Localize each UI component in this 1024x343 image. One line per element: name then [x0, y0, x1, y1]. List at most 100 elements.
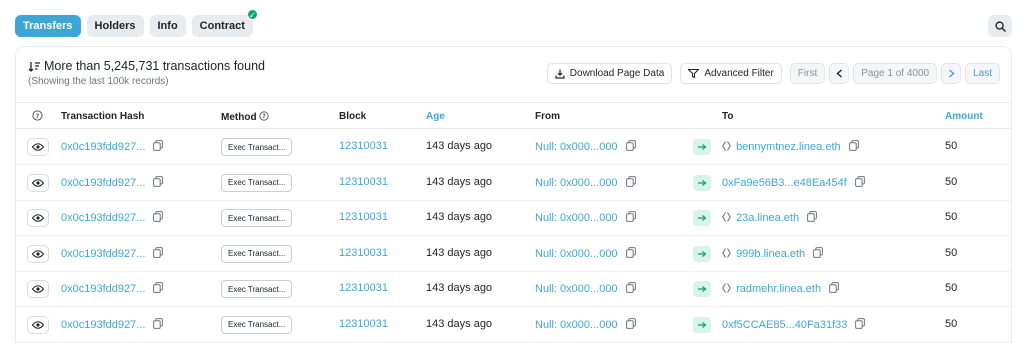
- svg-text:?: ?: [36, 112, 40, 120]
- download-page-data-button[interactable]: Download Page Data: [546, 63, 673, 84]
- to-address-link[interactable]: 23a.linea.eth: [736, 212, 799, 224]
- to-cell: 23a.linea.eth: [722, 211, 818, 225]
- copy-icon[interactable]: [625, 282, 636, 296]
- copy-icon[interactable]: [153, 246, 164, 261]
- tx-hash-link[interactable]: 0x0c193fdd927...: [61, 177, 145, 189]
- method-badge: Exec Transact...: [221, 280, 293, 298]
- svg-text:?: ?: [263, 114, 266, 120]
- copy-icon[interactable]: [848, 140, 859, 154]
- from-address-link[interactable]: Null: 0x000...000: [535, 141, 618, 153]
- arrow-right-icon: [693, 316, 711, 333]
- filter-icon: [688, 69, 700, 78]
- search-button[interactable]: [988, 15, 1012, 37]
- to-address-link[interactable]: radmehr.linea.eth: [736, 283, 821, 295]
- from-address-link[interactable]: Null: 0x000...000: [535, 248, 618, 260]
- method-badge: Exec Transact...: [221, 315, 293, 334]
- block-link[interactable]: 12310031: [339, 140, 388, 152]
- arrow-right-icon: [693, 139, 711, 155]
- copy-icon[interactable]: [854, 175, 865, 190]
- first-page-button[interactable]: First: [789, 63, 826, 84]
- from-address-link[interactable]: Null: 0x000...000: [535, 283, 618, 295]
- copy-icon[interactable]: [625, 317, 636, 332]
- age-cell: 143 days ago: [426, 246, 493, 259]
- help-icon[interactable]: ?: [32, 110, 43, 124]
- tx-hash-link[interactable]: 0x0c193fdd927...: [61, 283, 145, 295]
- tab-contract-label: Contract: [199, 20, 245, 32]
- download-icon: [555, 69, 565, 79]
- method-badge: Exec Transact...: [221, 209, 293, 227]
- col-block: Block: [339, 111, 367, 122]
- table-row: 0x0c193fdd927... Exec Transact... 123100…: [16, 271, 1011, 307]
- transaction-count: More than 5,245,731 transactions found: [44, 59, 265, 73]
- preview-button[interactable]: [27, 280, 49, 298]
- tab-contract[interactable]: Contract ✓: [191, 9, 258, 37]
- col-age[interactable]: Age: [426, 111, 445, 122]
- tx-hash-cell: 0x0c193fdd927...: [61, 140, 164, 154]
- tab-bar: Transfers Holders Info Contract ✓: [15, 9, 258, 37]
- to-address-link[interactable]: 0xFa9e56B3...e48Ea454f: [722, 177, 847, 189]
- last-page-button[interactable]: Last: [965, 63, 1000, 84]
- preview-button[interactable]: [27, 209, 49, 227]
- copy-icon[interactable]: [855, 317, 866, 332]
- from-address-link[interactable]: Null: 0x000...000: [535, 212, 618, 224]
- preview-button[interactable]: [27, 173, 49, 192]
- to-address-link[interactable]: 999b.linea.eth: [736, 248, 805, 260]
- col-to: To: [722, 111, 734, 122]
- toolbar: Download Page Data Advanced Filter First…: [546, 63, 1000, 84]
- block-link[interactable]: 12310031: [339, 247, 388, 259]
- tx-hash-cell: 0x0c193fdd927...: [61, 282, 164, 296]
- block-link[interactable]: 12310031: [339, 282, 388, 294]
- age-cell: 143 days ago: [426, 317, 493, 330]
- arrow-right-icon: [693, 245, 711, 262]
- eye-icon: [32, 249, 44, 258]
- copy-icon[interactable]: [153, 317, 164, 332]
- copy-icon[interactable]: [625, 211, 636, 225]
- copy-icon[interactable]: [625, 246, 636, 261]
- tab-transfers[interactable]: Transfers: [15, 15, 81, 37]
- preview-button[interactable]: [27, 244, 49, 263]
- to-address-link[interactable]: bennymtnez.linea.eth: [736, 141, 841, 153]
- arrow-right-icon: [693, 174, 711, 191]
- download-label: Download Page Data: [569, 68, 665, 79]
- copy-icon[interactable]: [153, 175, 164, 190]
- copy-icon[interactable]: [625, 175, 636, 190]
- amount-cell: 50: [945, 282, 958, 294]
- block-link[interactable]: 12310031: [339, 176, 388, 188]
- col-method-label: Method: [221, 112, 257, 123]
- copy-icon[interactable]: [813, 246, 824, 261]
- copy-icon[interactable]: [807, 211, 818, 225]
- preview-button[interactable]: [27, 315, 49, 334]
- age-cell: 143 days ago: [426, 282, 493, 294]
- tab-info[interactable]: Info: [149, 15, 186, 37]
- from-cell: Null: 0x000...000: [535, 317, 636, 332]
- amount-cell: 50: [945, 175, 958, 188]
- col-from: From: [535, 111, 560, 122]
- tx-hash-link[interactable]: 0x0c193fdd927...: [61, 248, 145, 260]
- to-cell: 999b.linea.eth: [722, 246, 824, 261]
- tab-holders[interactable]: Holders: [86, 15, 144, 37]
- block-link[interactable]: 12310031: [339, 318, 388, 330]
- copy-icon[interactable]: [153, 211, 164, 225]
- tx-hash-cell: 0x0c193fdd927...: [61, 317, 164, 332]
- copy-icon[interactable]: [625, 140, 636, 154]
- prev-page-button[interactable]: [829, 63, 850, 84]
- next-page-button[interactable]: [941, 63, 962, 84]
- method-help-icon[interactable]: ?: [259, 111, 269, 121]
- from-address-link[interactable]: Null: 0x000...000: [535, 177, 618, 189]
- copy-icon[interactable]: [153, 140, 164, 154]
- preview-button[interactable]: [27, 138, 49, 156]
- ens-icon: [722, 212, 731, 225]
- from-address-link[interactable]: Null: 0x000...000: [535, 319, 618, 331]
- verified-check-icon: ✓: [246, 9, 258, 20]
- table-row: 0x0c193fdd927... Exec Transact... 123100…: [16, 129, 1011, 165]
- to-cell: 0xf5CCAE85...40Fa31f33: [722, 317, 866, 332]
- method-badge: Exec Transact...: [221, 244, 293, 263]
- copy-icon[interactable]: [153, 282, 164, 296]
- tx-hash-link[interactable]: 0x0c193fdd927...: [61, 319, 145, 331]
- to-address-link[interactable]: 0xf5CCAE85...40Fa31f33: [722, 319, 847, 331]
- block-link[interactable]: 12310031: [339, 211, 388, 223]
- tx-hash-link[interactable]: 0x0c193fdd927...: [61, 141, 145, 153]
- copy-icon[interactable]: [829, 282, 840, 296]
- tx-hash-link[interactable]: 0x0c193fdd927...: [61, 212, 145, 224]
- advanced-filter-button[interactable]: Advanced Filter: [680, 63, 782, 84]
